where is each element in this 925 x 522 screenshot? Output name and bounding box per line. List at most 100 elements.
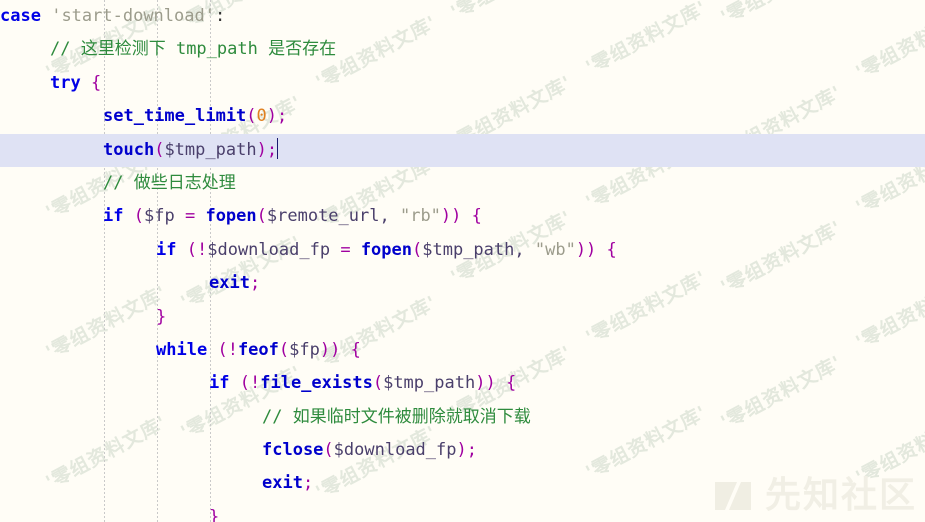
token-kw: while [156, 339, 208, 360]
code-line[interactable]: exit; [0, 267, 925, 300]
token-cmt-cjk: 如果临时文件被删除就取消下载 [292, 406, 531, 427]
token-punc: ( [154, 139, 165, 160]
code-line[interactable]: if (!$download_fp = fopen($tmp_path, "wb… [0, 234, 925, 267]
code-line[interactable]: set_time_limit(0); [0, 100, 925, 133]
code-line-text: touch($tmp_path); [103, 134, 279, 167]
token-punc: ; [277, 106, 288, 127]
token-op: ! [227, 339, 238, 360]
token-var: $tmp_path [422, 239, 515, 260]
token-cmt-cjk: 做些日志处理 [133, 172, 236, 193]
code-line[interactable]: while (!feof($fp)) { [0, 334, 925, 367]
token-kw: case [0, 6, 41, 26]
code-line[interactable]: // 这里检测下 tmp_path 是否存在 [0, 33, 925, 66]
token-punc: { [505, 373, 517, 394]
token-var: $fp [289, 339, 320, 360]
code-line-current[interactable]: touch($tmp_path); [0, 133, 925, 167]
token-punc: { [90, 72, 102, 93]
code-line-text: exit; [209, 267, 260, 300]
code-line[interactable]: fclose($download_fp); [0, 434, 925, 467]
code-line-text: } [156, 301, 166, 334]
token-punc: ( [412, 239, 423, 260]
token-punc: ) [266, 106, 278, 127]
token-var: $fp [143, 206, 175, 227]
token-cmt: // [262, 406, 293, 427]
token-fn: set_time_limit [103, 106, 247, 127]
code-line[interactable]: if (!file_exists($tmp_path)) { [0, 367, 925, 400]
token-punc: ; [249, 273, 261, 294]
token-var: , [379, 206, 400, 227]
token-punc: )) [475, 373, 496, 394]
token-punc: ( [217, 339, 228, 360]
code-content[interactable]: case 'start-download':// 这里检测下 tmp_path … [0, 0, 925, 522]
token-str: 'start-download' [51, 6, 215, 26]
token-punc: ) [256, 139, 267, 160]
token-punc: )) [319, 339, 341, 360]
token-var: , [514, 239, 535, 260]
token-punc: { [350, 339, 361, 360]
code-line-text: exit; [262, 467, 313, 500]
token-str: "wb" [534, 239, 576, 260]
token-fn: fopen [205, 206, 257, 227]
code-line[interactable]: case 'start-download': [0, 0, 925, 33]
token-punc: )) [440, 206, 462, 227]
token-punc: { [606, 239, 617, 260]
token-op: ! [196, 239, 208, 260]
token-kw: if [209, 373, 230, 394]
token-fn: file_exists [260, 373, 373, 394]
code-line-text: } [209, 501, 219, 522]
token-punc: ( [246, 106, 257, 127]
token-op: = [340, 239, 351, 260]
code-editor[interactable]: '零组资料文库' '零组资料文库' '零组资料文库' '零组资料文库' '零组资料文库'… [0, 0, 925, 522]
code-line[interactable]: exit; [0, 467, 925, 500]
token-punc: ( [186, 239, 197, 260]
token-punc: ; [266, 139, 278, 160]
token-fn: fopen [360, 239, 412, 260]
token-cmt: // [50, 39, 81, 60]
text-caret [277, 137, 279, 159]
token-fn: exit [209, 273, 250, 294]
code-line-text: fclose($download_fp); [262, 434, 477, 467]
token-punc: ( [323, 440, 334, 461]
code-line[interactable]: // 如果临时文件被删除就取消下载 [0, 401, 925, 434]
token-var: $download_fp [207, 239, 331, 260]
token-kw: if [103, 206, 124, 227]
code-line[interactable]: } [0, 301, 925, 334]
token-plain: : [214, 6, 226, 26]
code-line[interactable]: try { [0, 67, 925, 100]
token-var: $remote_url [266, 206, 380, 227]
token-punc: ( [239, 373, 250, 394]
code-line[interactable]: // 做些日志处理 [0, 167, 925, 200]
token-punc: } [156, 306, 167, 327]
code-line[interactable]: } [0, 501, 925, 522]
token-punc: { [471, 206, 482, 227]
token-cmt: // [103, 172, 134, 193]
code-line-text: case 'start-download': [0, 0, 225, 33]
token-punc: } [209, 506, 220, 522]
token-punc: ( [278, 339, 290, 360]
code-line[interactable]: if ($fp = fopen($remote_url, "rb")) { [0, 200, 925, 233]
token-op: = [184, 206, 196, 227]
token-cmt-cjk: 是否存在 [268, 39, 337, 60]
token-fn: feof [237, 339, 279, 360]
token-cmt: tmp_path [165, 39, 269, 60]
code-line-text: if ($fp = fopen($remote_url, "rb")) { [103, 200, 482, 233]
token-cmt-cjk: 这里检测下 [80, 39, 166, 60]
token-op: ! [249, 373, 261, 394]
token-punc: ; [302, 473, 314, 494]
token-fn: exit [262, 473, 303, 494]
code-line-text: while (!feof($fp)) { [156, 334, 361, 367]
token-punc: ( [372, 373, 384, 394]
